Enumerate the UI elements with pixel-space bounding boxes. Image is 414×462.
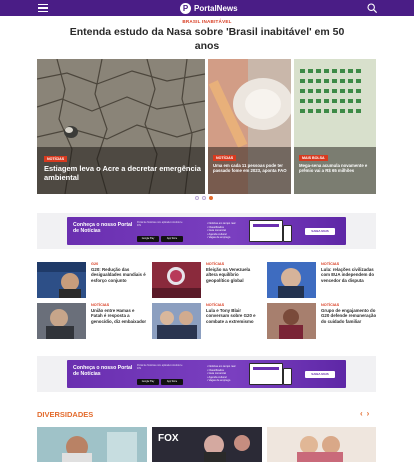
slide-title[interactable]: Uma em cada 11 pessoas pode ter passado …: [213, 163, 287, 174]
phone-illustration: [283, 225, 292, 242]
news-card[interactable]: NOTÍCIAS Eleição na Venezuela altera equ…: [152, 262, 262, 298]
ad-feature-list: • Notícias em tempo real • Classificados…: [207, 365, 235, 383]
carousel-dot-2[interactable]: [202, 196, 206, 200]
news-thumbnail: [267, 303, 316, 339]
section-carousel-controls: ‹ ›: [360, 410, 369, 418]
news-carousel: NOTÍCIAS Estiagem leva o Acre a decretar…: [37, 59, 376, 194]
chevron-left-icon[interactable]: ‹: [360, 410, 363, 418]
page-headline[interactable]: Entenda estudo da Nasa sobre 'Brasil ina…: [60, 25, 354, 53]
top-navigation-bar: P PortalNews: [0, 0, 414, 16]
ad-cta-button[interactable]: SAIBA MAIS: [305, 228, 335, 235]
google-play-badge[interactable]: Google Play: [137, 236, 159, 242]
ad-feature: • Vagas de emprego: [207, 379, 231, 383]
news-title[interactable]: Lula: relações civilizadas com EUA indep…: [321, 267, 377, 283]
logo-mark: P: [180, 2, 191, 14]
carousel-dot-1[interactable]: [195, 196, 199, 200]
news-category: NOTÍCIAS: [321, 303, 340, 307]
diversity-card-image-1[interactable]: [37, 427, 147, 462]
menu-icon[interactable]: [38, 4, 48, 13]
chevron-right-icon[interactable]: ›: [367, 410, 370, 418]
news-category: NOTÍCIAS: [206, 303, 225, 307]
logo[interactable]: P PortalNews: [180, 2, 238, 14]
ad-subtitle: Portal de Notícias com aplicativo Androi…: [137, 364, 183, 370]
carousel-slide-1[interactable]: NOTÍCIAS Estiagem leva o Acre a decretar…: [37, 59, 205, 194]
ad-title: Conheça o nosso Portal de Notícias: [73, 365, 133, 378]
news-category: G20: [91, 262, 99, 266]
slide-category: MAIS BOLSA: [299, 155, 328, 161]
carousel-pagination: [195, 196, 213, 200]
news-title[interactable]: Grupo de engajamento do G20 defende remu…: [321, 308, 377, 324]
news-title[interactable]: União entre Hamas e Fatah é resposta a g…: [91, 308, 147, 324]
laptop-illustration: [249, 363, 283, 385]
carousel-slide-3[interactable]: MAIS BOLSA Mega-sena acumula novamente e…: [294, 59, 376, 194]
slide-title[interactable]: Mega-sena acumula novamente e prêmio vai…: [299, 163, 373, 174]
diversity-card-image-3[interactable]: [267, 427, 376, 462]
news-thumbnail: [267, 262, 316, 298]
app-ad-banner[interactable]: Conheça o nosso Portal de Notícias Porta…: [67, 360, 346, 388]
news-category: NOTÍCIAS: [321, 262, 340, 266]
slide-category: NOTÍCIAS: [44, 156, 68, 162]
news-card[interactable]: NOTÍCIAS Grupo de engajamento do G20 def…: [267, 303, 377, 339]
carousel-dot-3[interactable]: [209, 196, 213, 200]
app-store-badge[interactable]: App Store: [161, 379, 183, 385]
slide-title[interactable]: Estiagem leva o Acre a decretar emergênc…: [44, 164, 204, 182]
google-play-badge[interactable]: Google Play: [137, 379, 159, 385]
news-title[interactable]: Eleição na Venezuela altera equilíbrio g…: [206, 267, 262, 283]
news-card[interactable]: NOTÍCIAS Lula e Tony Blair conversam sob…: [152, 303, 262, 339]
news-card[interactable]: NOTÍCIAS Lula: relações civilizadas com …: [267, 262, 377, 298]
news-thumbnail: [152, 262, 201, 298]
slide-category: NOTÍCIAS: [213, 155, 237, 161]
news-category: NOTÍCIAS: [206, 262, 225, 266]
news-category: NOTÍCIAS: [91, 303, 110, 307]
news-thumbnail: [37, 303, 86, 339]
carousel-slide-2[interactable]: NOTÍCIAS Uma em cada 11 pessoas pode ter…: [208, 59, 291, 194]
app-ad-banner[interactable]: Conheça o nosso Portal de Notícias Porta…: [67, 217, 346, 245]
phone-illustration: [283, 368, 292, 385]
news-title[interactable]: G20: Redução das desigualdades mundiais …: [91, 267, 147, 283]
ad-feature-list: • Notícias em tempo real • Classificados…: [207, 222, 235, 240]
ad-title: Conheça o nosso Portal de Notícias: [73, 222, 133, 235]
laptop-illustration: [249, 220, 283, 242]
ad-container: Conheça o nosso Portal de Notícias Porta…: [37, 356, 376, 392]
app-store-badge[interactable]: App Store: [161, 236, 183, 242]
ad-feature: • Vagas de emprego: [207, 236, 231, 240]
news-title[interactable]: Lula e Tony Blair conversam sobre G20 e …: [206, 308, 262, 324]
headline-category[interactable]: BRASIL INABITÁVEL: [0, 19, 414, 24]
section-title[interactable]: DIVERSIDADES: [37, 410, 93, 419]
search-icon[interactable]: [367, 3, 377, 13]
ad-cta-button[interactable]: SAIBA MAIS: [305, 371, 335, 378]
news-card[interactable]: NOTÍCIAS União entre Hamas e Fatah é res…: [37, 303, 147, 339]
news-thumbnail: [37, 262, 86, 298]
ad-subtitle: Portal de Notícias com aplicativo Androi…: [137, 221, 183, 227]
svg-text:FOX: FOX: [158, 433, 179, 444]
logo-text: PortalNews: [194, 3, 238, 13]
news-card[interactable]: G20 G20: Redução das desigualdades mundi…: [37, 262, 147, 298]
diversity-card-image-2[interactable]: FOX: [152, 427, 262, 462]
ad-container: Conheça o nosso Portal de Notícias Porta…: [37, 213, 376, 249]
news-thumbnail: [152, 303, 201, 339]
